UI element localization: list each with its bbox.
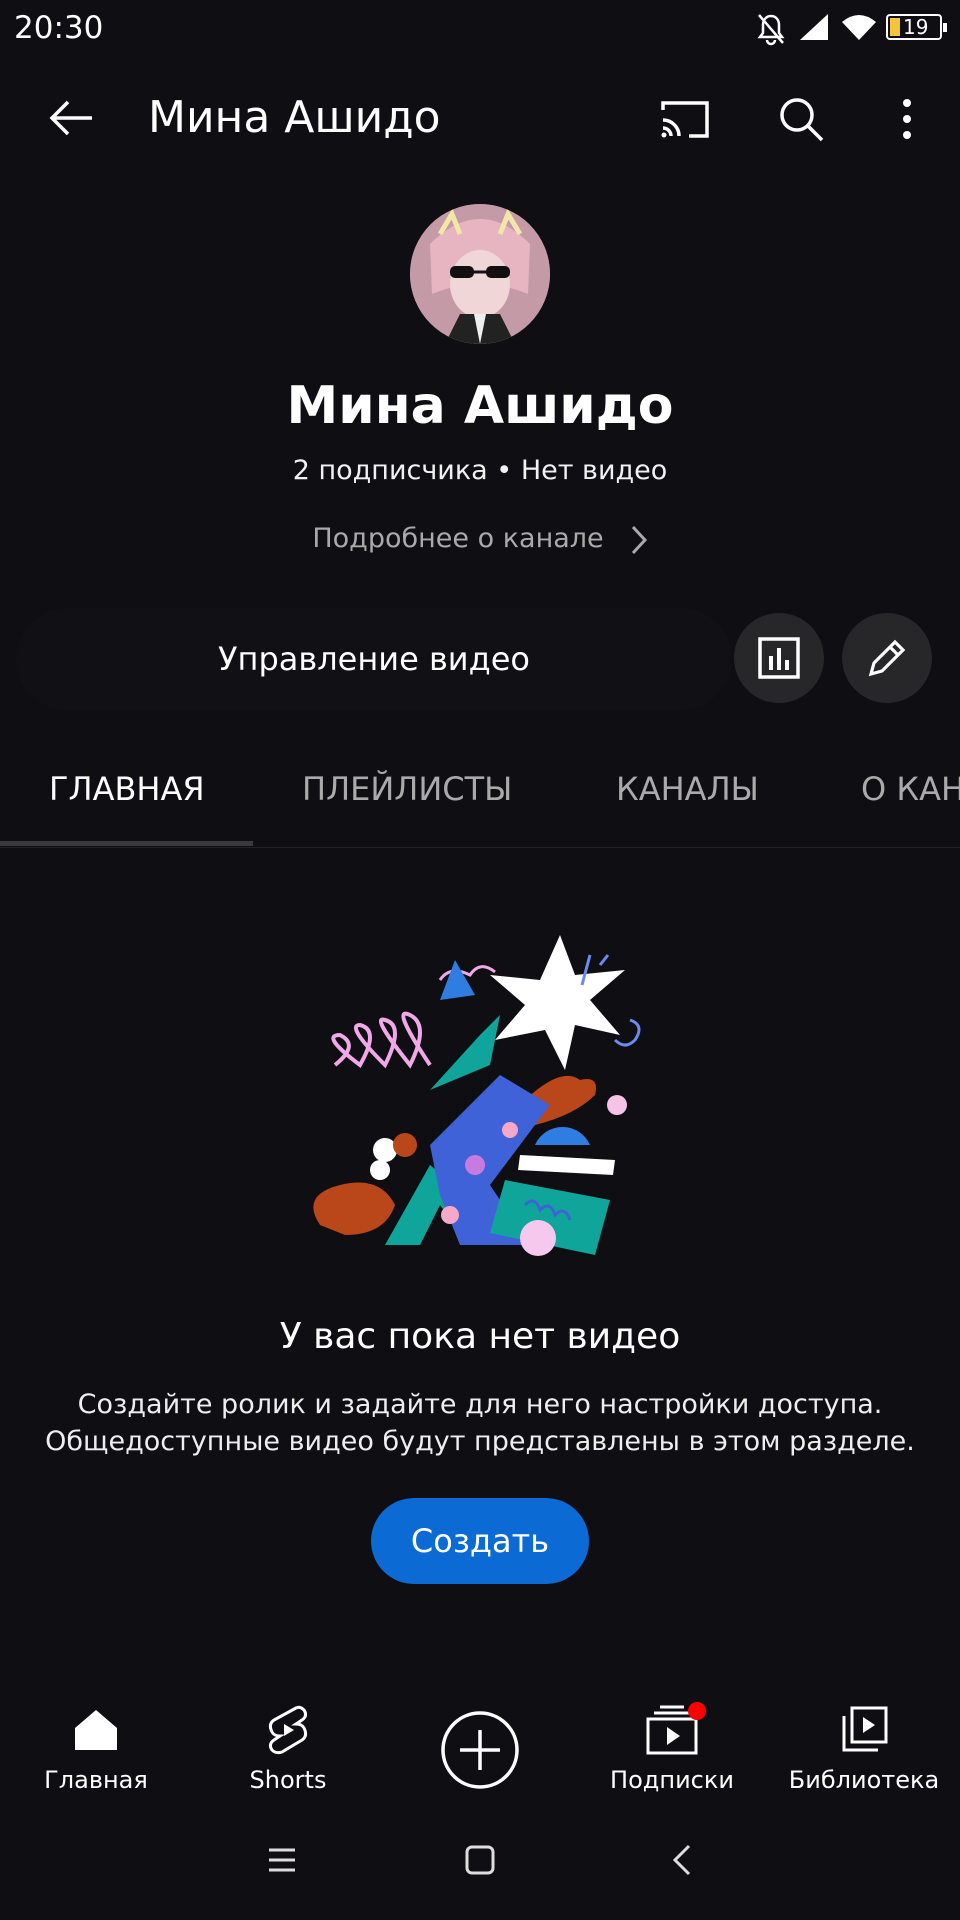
empty-state-illustration — [290, 915, 670, 1265]
stats-separator: • — [496, 455, 513, 486]
battery-icon: 19 — [886, 14, 947, 40]
cast-button[interactable] — [650, 86, 720, 152]
more-about-label: Подробнее о канале — [312, 523, 604, 554]
active-tab-indicator — [0, 841, 253, 846]
system-menu-button[interactable] — [242, 1830, 322, 1890]
nav-subscriptions-label: Подписки — [610, 1766, 734, 1794]
empty-state-title: У вас пока нет видео — [279, 1316, 681, 1357]
system-back-button[interactable] — [642, 1830, 722, 1890]
empty-state-line-1: Создайте ролик и задайте для него настро… — [77, 1389, 883, 1420]
nav-subscriptions[interactable]: Подписки — [576, 1700, 768, 1800]
signal-icon — [798, 12, 830, 46]
channel-tabs: ГЛАВНАЯ ПЛЕЙЛИСТЫ КАНАЛЫ О КАН — [0, 748, 960, 848]
more-options-button[interactable] — [872, 86, 942, 152]
search-icon — [780, 98, 824, 142]
nav-home-label: Главная — [44, 1766, 148, 1794]
chevron-left-icon — [672, 1844, 691, 1876]
nav-shorts-label: Shorts — [249, 1766, 327, 1794]
create-plus-icon — [440, 1700, 520, 1800]
cast-icon — [661, 101, 709, 138]
subscriber-count: 2 подписчика — [292, 455, 488, 486]
nav-shorts[interactable]: Shorts — [192, 1700, 384, 1800]
tab-channels[interactable]: КАНАЛЫ — [616, 770, 759, 808]
edit-channel-button[interactable] — [842, 613, 932, 703]
tab-home[interactable]: ГЛАВНАЯ — [49, 770, 205, 808]
empty-state-description: Создайте ролик и задайте для него настро… — [0, 1386, 960, 1460]
notification-dot — [688, 1702, 706, 1720]
pencil-icon — [868, 639, 906, 677]
silent-bell-icon — [756, 12, 786, 50]
empty-state-line-2: Общедоступные видео будут представлены в… — [45, 1426, 915, 1457]
battery-level: 19 — [903, 15, 929, 39]
channel-name: Мина Ашидо — [286, 376, 674, 436]
wifi-icon — [840, 12, 878, 46]
nav-library[interactable]: Библиотека — [768, 1700, 960, 1800]
search-button[interactable] — [766, 86, 836, 152]
page-title: Мина Ашидо — [148, 92, 441, 143]
shorts-icon — [266, 1700, 310, 1760]
arrow-left-icon — [49, 100, 92, 136]
more-about-channel-link[interactable]: Подробнее о канале — [0, 523, 960, 556]
home-icon — [73, 1700, 119, 1760]
status-time: 20:30 — [14, 10, 104, 46]
more-vert-icon — [903, 99, 911, 139]
manage-videos-button[interactable]: Управление видео — [16, 608, 732, 710]
subscriptions-icon — [646, 1700, 706, 1760]
back-button[interactable] — [36, 88, 106, 148]
library-icon — [840, 1700, 888, 1760]
tab-about[interactable]: О КАН — [861, 770, 960, 808]
square-icon — [465, 1845, 495, 1875]
menu-icon — [269, 1848, 295, 1872]
tab-playlists[interactable]: ПЛЕЙЛИСТЫ — [302, 770, 512, 808]
nav-library-label: Библиотека — [788, 1766, 940, 1794]
channel-stats: 2 подписчика • Нет видео — [0, 455, 960, 486]
video-count: Нет видео — [520, 455, 668, 486]
chevron-right-icon — [631, 525, 647, 554]
avatar[interactable] — [410, 204, 550, 344]
create-button[interactable]: Создать — [371, 1498, 589, 1584]
nav-home[interactable]: Главная — [0, 1700, 192, 1800]
analytics-icon — [758, 637, 800, 679]
nav-create[interactable] — [384, 1700, 576, 1800]
analytics-button[interactable] — [734, 613, 824, 703]
system-home-button[interactable] — [440, 1830, 520, 1890]
